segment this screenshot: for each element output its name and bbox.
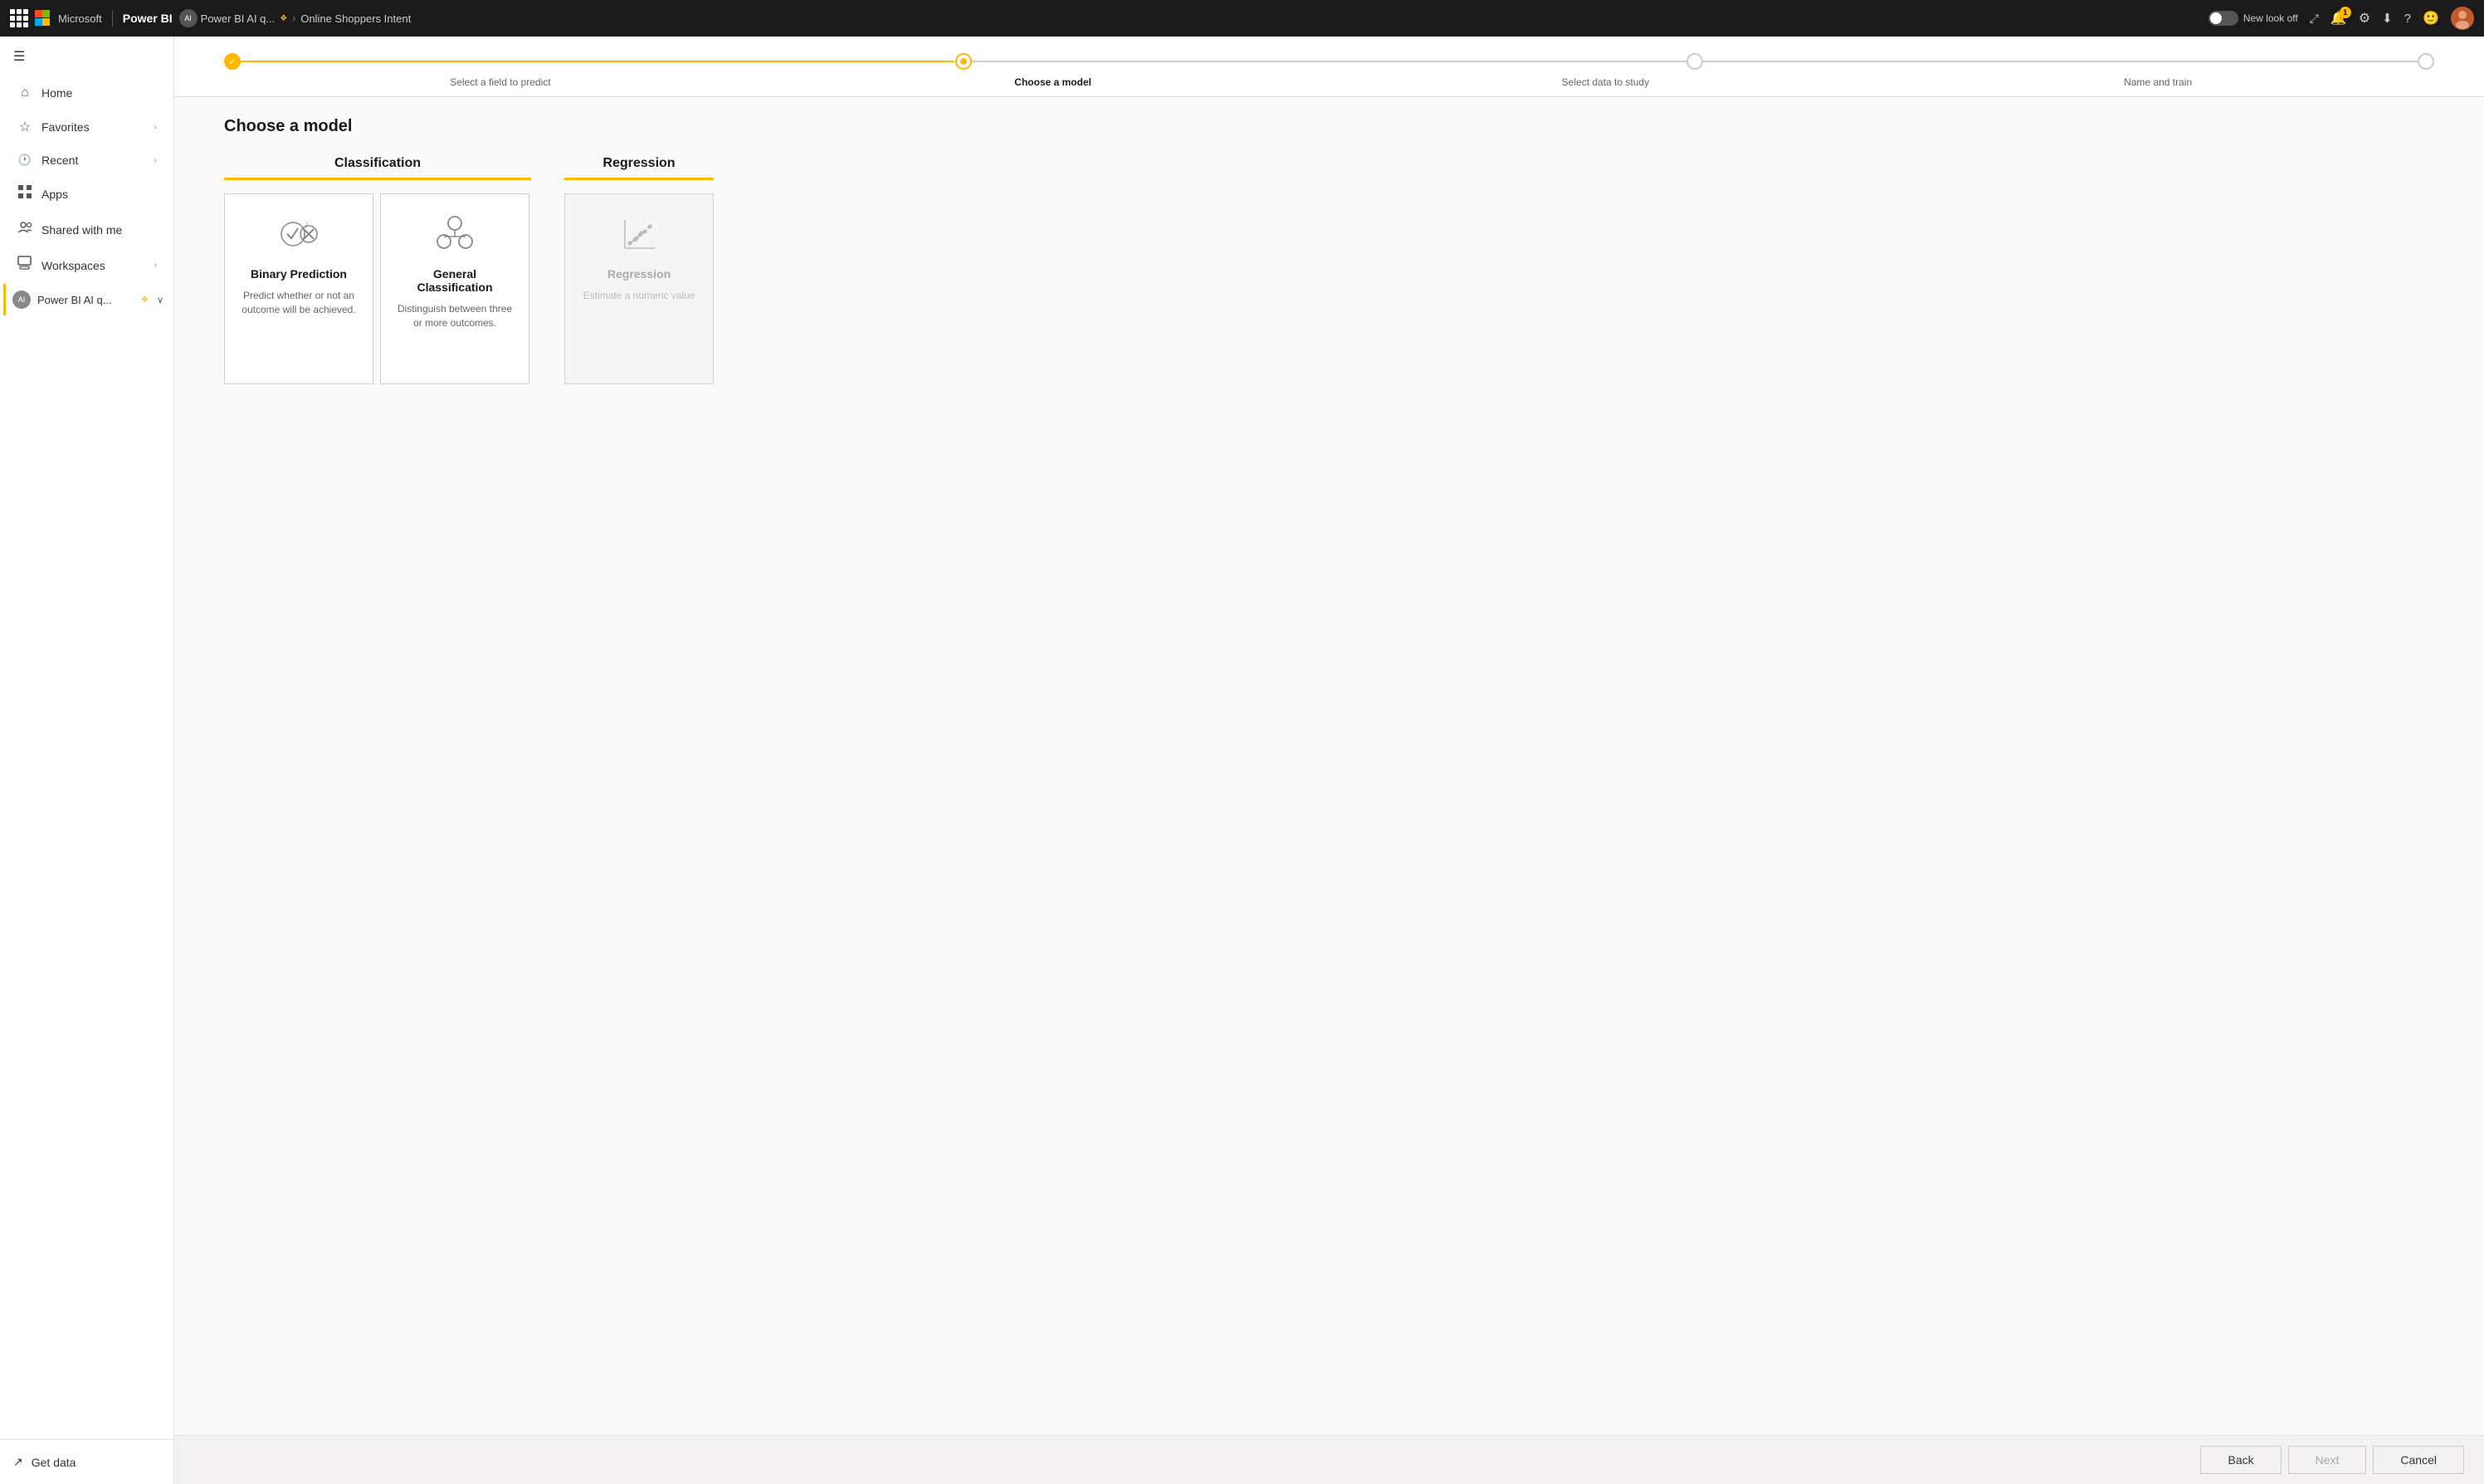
binary-prediction-icon: / <box>276 211 322 257</box>
classification-cards: / Binary Prediction Predict whether or n… <box>224 193 531 384</box>
microsoft-logo <box>35 10 51 27</box>
breadcrumb-diamond: ❖ <box>280 14 287 23</box>
page-body: Choose a model Classification / <box>174 97 2484 1435</box>
binary-prediction-desc: Predict whether or not an outcome will b… <box>238 289 359 317</box>
microsoft-label: Microsoft <box>58 12 102 25</box>
top-navigation: Microsoft Power BI AI Power BI AI q... ❖… <box>0 0 2484 37</box>
sidebar-item-home[interactable]: ⌂ Home <box>3 77 170 109</box>
regression-card: Regression Estimate a numeric value <box>564 193 714 384</box>
sidebar-item-shared-label: Shared with me <box>41 223 122 237</box>
step-node-1: ✓ <box>224 53 241 70</box>
sidebar: ☰ ⌂ Home ☆ Favorites › 🕐 Recent › Apps S… <box>0 37 174 1484</box>
sidebar-item-workspaces[interactable]: Workspaces › <box>3 248 170 282</box>
workspace-name: Power BI AI q... <box>201 12 276 25</box>
step-label-4: Name and train <box>1881 76 2434 88</box>
sidebar-item-apps-label: Apps <box>41 188 68 201</box>
sidebar-bottom: ↗ Get data <box>0 1439 173 1484</box>
progress-labels: Select a field to predict Choose a model… <box>224 76 2434 88</box>
page-title: Choose a model <box>224 117 2434 136</box>
general-classification-title: General Classification <box>394 267 515 294</box>
get-data-icon: ↗ <box>13 1455 23 1469</box>
sidebar-item-get-data[interactable]: ↗ Get data <box>0 1447 173 1477</box>
cancel-button[interactable]: Cancel <box>2373 1446 2464 1474</box>
step-node-4 <box>2418 53 2434 70</box>
sidebar-toggle[interactable]: ☰ <box>0 37 173 76</box>
sidebar-item-apps[interactable]: Apps <box>3 177 170 211</box>
sidebar-item-home-label: Home <box>41 86 72 100</box>
workspace-item-avatar: AI <box>12 290 31 309</box>
download-icon[interactable]: ⬇ <box>2382 11 2393 26</box>
apps-icon <box>17 185 33 203</box>
workspace-avatar: AI <box>179 9 198 27</box>
classification-section: Classification / <box>224 156 531 384</box>
general-classification-desc: Distinguish between three or more outcom… <box>394 302 515 330</box>
step-label-3: Select data to study <box>1330 76 1882 88</box>
model-categories: Classification / <box>224 156 2434 384</box>
next-button[interactable]: Next <box>2288 1446 2367 1474</box>
workspace-diamond-icon: ❖ <box>141 295 149 305</box>
new-look-label: New look off <box>2243 12 2298 24</box>
sidebar-item-favorites[interactable]: ☆ Favorites › <box>3 110 170 144</box>
sidebar-item-workspaces-label: Workspaces <box>41 259 105 272</box>
workspaces-chevron: › <box>154 261 157 270</box>
step-node-3 <box>1686 53 1703 70</box>
binary-prediction-title: Binary Prediction <box>251 267 347 281</box>
bottom-actions: Back Next Cancel <box>174 1435 2484 1484</box>
step-label-2: Choose a model <box>777 76 1330 88</box>
sidebar-item-recent-label: Recent <box>41 154 78 167</box>
general-classification-card[interactable]: General Classification Distinguish betwe… <box>380 193 529 384</box>
regression-icon <box>616 211 662 257</box>
general-classification-icon <box>432 211 478 257</box>
step-node-2 <box>955 53 972 70</box>
regression-cards: Regression Estimate a numeric value <box>564 193 714 384</box>
wizard-progress: ✓ Select a field to predict Choose a mod… <box>174 37 2484 97</box>
new-look-toggle[interactable]: New look off <box>2208 11 2298 26</box>
workspace-item-label: Power BI AI q... <box>37 294 133 306</box>
notifications-button[interactable]: 🔔 1 <box>2330 10 2347 27</box>
feedback-icon[interactable]: 🙂 <box>2423 10 2439 27</box>
sidebar-item-shared[interactable]: Shared with me <box>3 212 170 247</box>
regression-section: Regression <box>564 156 714 384</box>
brand-area: Microsoft Power BI <box>35 10 173 27</box>
topnav-right: New look off ⤢ 🔔 1 ⚙ ⬇ ? 🙂 <box>2208 7 2474 30</box>
user-avatar[interactable] <box>2451 7 2474 30</box>
workspace-breadcrumb[interactable]: AI Power BI AI q... <box>179 9 276 27</box>
help-icon[interactable]: ? <box>2404 12 2411 26</box>
main-content: ✓ Select a field to predict Choose a mod… <box>174 37 2484 1484</box>
breadcrumb-page: Online Shoppers Intent <box>300 12 411 25</box>
regression-desc: Estimate a numeric value <box>583 289 695 303</box>
shared-icon <box>17 221 33 238</box>
recent-chevron: › <box>154 156 157 165</box>
regression-title: Regression <box>608 267 671 281</box>
sidebar-workspace-item[interactable]: AI Power BI AI q... ❖ ∨ <box>3 284 170 315</box>
step-label-1: Select a field to predict <box>224 76 777 88</box>
sidebar-item-get-data-label: Get data <box>32 1456 76 1469</box>
classification-label: Classification <box>224 156 531 180</box>
binary-prediction-card[interactable]: / Binary Prediction Predict whether or n… <box>224 193 373 384</box>
toggle-switch[interactable] <box>2208 11 2238 26</box>
expand-icon[interactable]: ⤢ <box>2310 12 2319 26</box>
recent-icon: 🕐 <box>17 154 33 167</box>
workspace-chevron: ∨ <box>157 295 163 305</box>
back-button[interactable]: Back <box>2200 1446 2281 1474</box>
breadcrumb: AI Power BI AI q... ❖ › Online Shoppers … <box>179 9 2202 27</box>
favorites-chevron: › <box>154 123 157 132</box>
sidebar-item-recent[interactable]: 🕐 Recent › <box>3 145 170 175</box>
home-icon: ⌂ <box>17 85 33 100</box>
waffle-menu-button[interactable] <box>10 9 28 27</box>
regression-label: Regression <box>564 156 714 180</box>
sidebar-item-favorites-label: Favorites <box>41 120 90 134</box>
settings-icon[interactable]: ⚙ <box>2359 10 2370 27</box>
notification-badge: 1 <box>2340 7 2351 18</box>
workspaces-icon <box>17 256 33 274</box>
powerbi-label: Power BI <box>123 12 173 25</box>
progress-filled <box>224 61 954 62</box>
favorites-icon: ☆ <box>17 119 33 135</box>
breadcrumb-arrow: › <box>292 12 295 24</box>
